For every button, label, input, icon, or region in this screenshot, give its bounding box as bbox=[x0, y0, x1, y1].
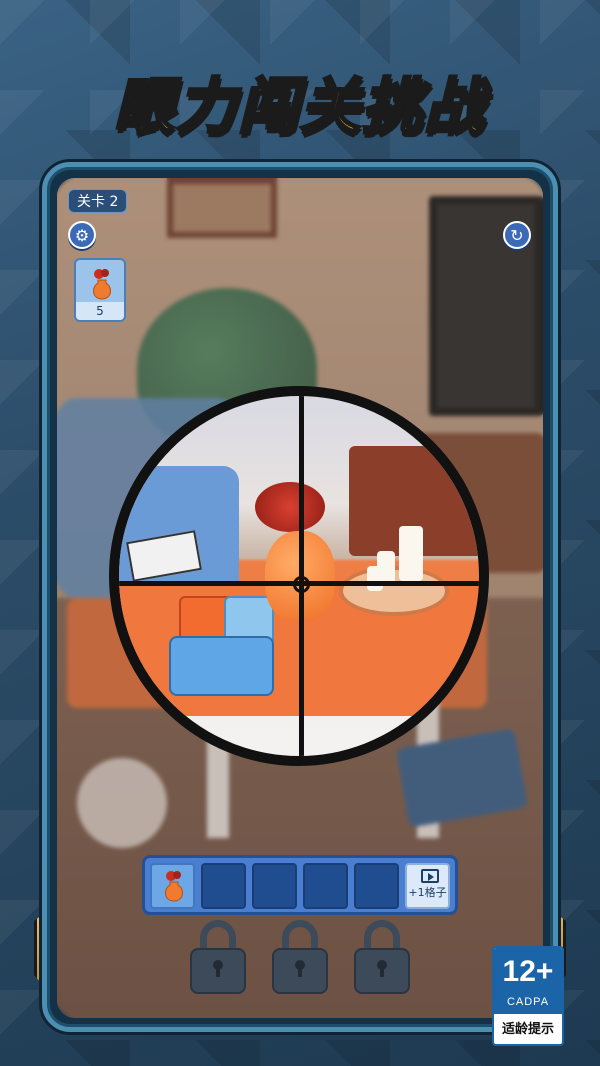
item-slot bbox=[150, 863, 195, 909]
gear-icon: ⚙ bbox=[74, 225, 90, 245]
item-slot bbox=[252, 863, 297, 909]
crosshair-center bbox=[293, 576, 310, 593]
age-rating-badge: 12+ CADPA 适龄提示 bbox=[492, 946, 564, 1046]
add-slot-label: +1格子 bbox=[408, 886, 447, 899]
item-slot bbox=[303, 863, 348, 909]
locked-booster-1[interactable] bbox=[186, 920, 250, 1000]
locked-booster-3[interactable] bbox=[350, 920, 414, 1000]
age-rating-number: 12+ bbox=[502, 955, 554, 988]
red-flower[interactable] bbox=[255, 482, 325, 532]
video-icon bbox=[421, 869, 439, 883]
settings-button[interactable]: ⚙ bbox=[68, 221, 96, 249]
candle[interactable] bbox=[399, 526, 423, 581]
refresh-button[interactable]: ↻ bbox=[503, 221, 531, 249]
collected-items-bar: +1格子 bbox=[142, 855, 458, 915]
target-count: 5 bbox=[76, 302, 124, 320]
item-slot bbox=[354, 863, 399, 909]
level-indicator: 关卡 2 bbox=[68, 189, 128, 213]
blue-box[interactable] bbox=[169, 636, 274, 696]
add-slot-button[interactable]: +1格子 bbox=[405, 863, 450, 909]
candle[interactable] bbox=[367, 566, 383, 591]
vase-icon bbox=[165, 871, 183, 902]
refresh-icon: ↻ bbox=[510, 225, 524, 245]
game-title: 眼力闯关挑战 bbox=[113, 71, 486, 144]
locked-booster-2[interactable] bbox=[268, 920, 332, 1000]
target-item-card: 5 bbox=[74, 258, 126, 322]
age-rating-tip: 适龄提示 bbox=[501, 1022, 554, 1037]
item-slot bbox=[201, 863, 246, 909]
sniper-scope[interactable] bbox=[109, 386, 489, 766]
vase-icon bbox=[93, 269, 111, 300]
age-rating-org: CADPA bbox=[506, 996, 550, 1008]
